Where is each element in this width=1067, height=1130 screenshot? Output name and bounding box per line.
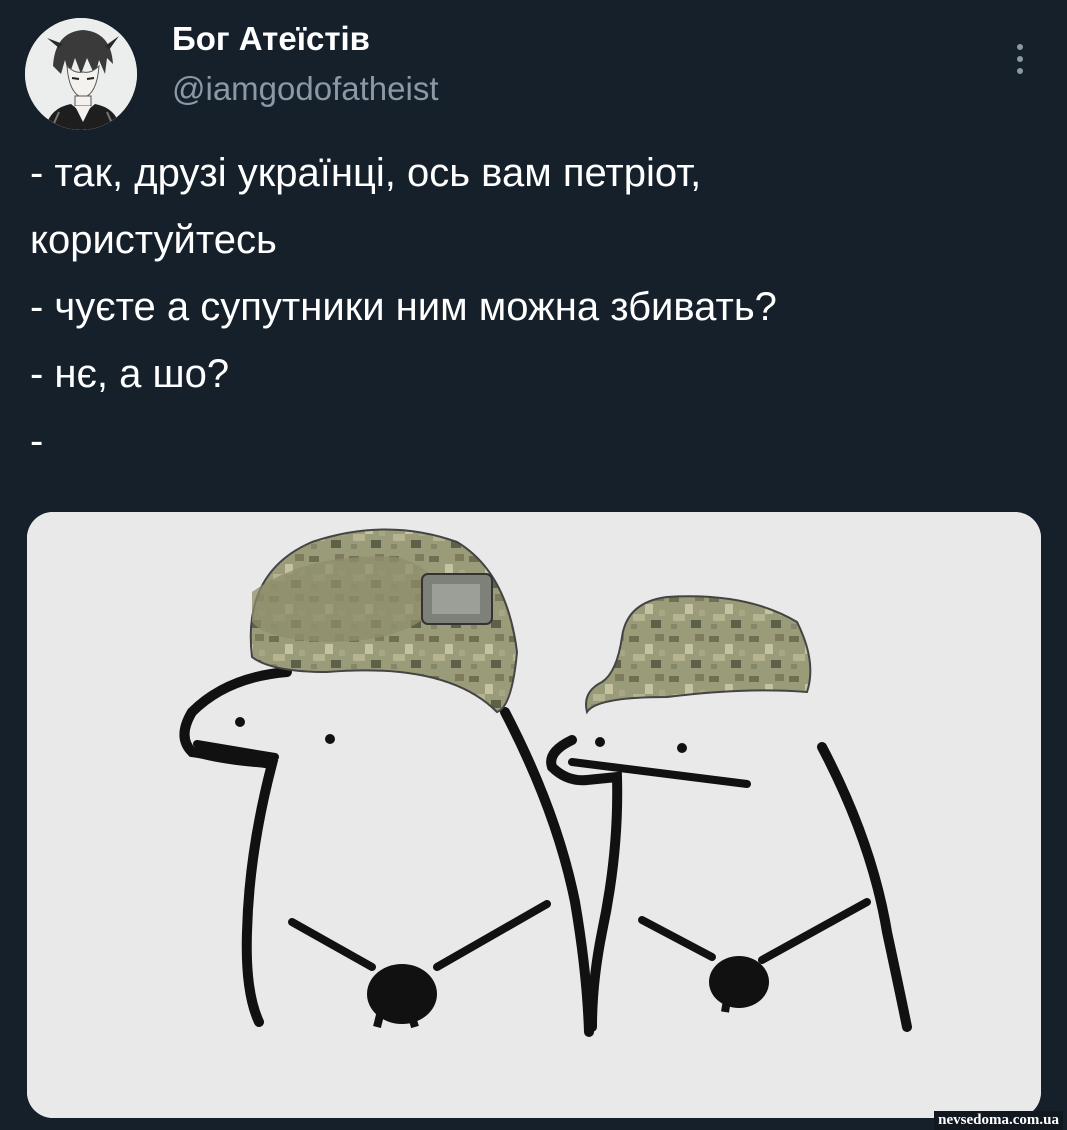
more-options-button[interactable]: [1000, 36, 1040, 82]
tweet-card: Бог Атеїстів @iamgodofatheist - так, дру…: [0, 0, 1067, 1130]
more-options-icon-dot: [1017, 68, 1023, 74]
tweet-text-line: - чуєте а супутники ним можна збивать?: [30, 285, 777, 329]
more-options-icon: [1017, 44, 1023, 50]
source-watermark: nevsedoma.com.ua: [934, 1111, 1063, 1130]
more-options-icon-dot: [1017, 56, 1023, 62]
meme-two-characters-in-military-caps-icon: [27, 512, 1041, 1118]
author-display-name[interactable]: Бог Атеїстів: [172, 20, 370, 58]
author-handle[interactable]: @iamgodofatheist: [172, 70, 438, 108]
author-avatar[interactable]: [25, 18, 137, 130]
tweet-media-image[interactable]: [27, 512, 1041, 1118]
tweet-text-line: - нє, а шо?: [30, 352, 230, 396]
tweet-text-line: користуйтесь: [30, 218, 277, 262]
anime-character-avatar-icon: [25, 18, 137, 130]
tweet-text-line: - так, друзі українці, ось вам петріот,: [30, 151, 702, 195]
tweet-text: - так, друзі українці, ось вам петріот, …: [30, 140, 1040, 475]
tweet-text-line: -: [30, 419, 44, 463]
